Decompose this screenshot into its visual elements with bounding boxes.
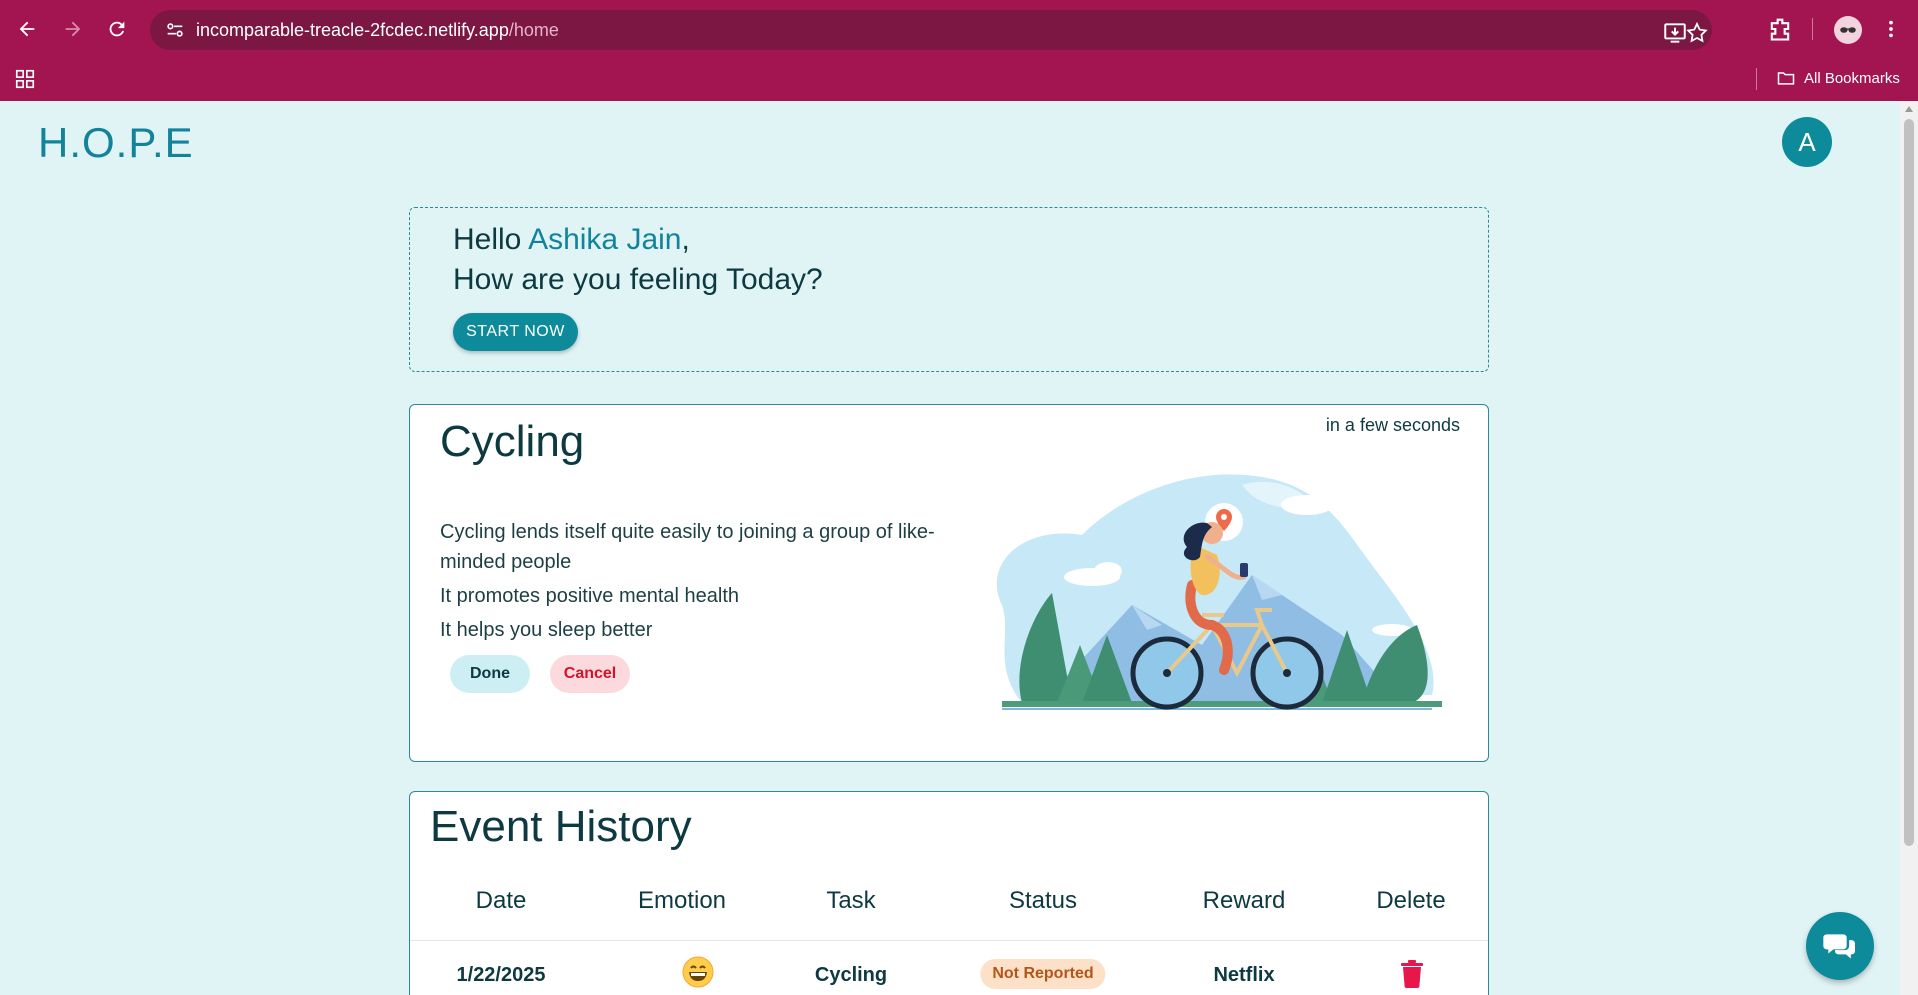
greeting-question: How are you feeling Today? — [453, 263, 823, 296]
forward-button[interactable] — [58, 14, 88, 44]
column-header-delete[interactable]: Delete — [1376, 887, 1445, 915]
benefit-item: Cycling lends itself quite easily to joi… — [440, 521, 935, 573]
arrow-left-icon — [19, 21, 35, 37]
apps-grid-icon[interactable] — [14, 68, 36, 90]
url-host: incomparable-treacle-2fcdec.netlify.app — [196, 20, 509, 40]
profile-avatar-icon[interactable] — [1834, 16, 1862, 44]
sunglasses-icon — [1840, 27, 1856, 33]
browser-chrome: incomparable-treacle-2fcdec.netlify.app/… — [0, 0, 1918, 101]
page-scrollbar[interactable] — [1900, 101, 1918, 995]
column-header-reward[interactable]: Reward — [1203, 887, 1286, 915]
row-reward: Netflix — [1213, 964, 1275, 986]
done-button[interactable]: Done — [450, 655, 530, 693]
cancel-button[interactable]: Cancel — [550, 655, 630, 693]
table-divider — [410, 940, 1488, 941]
column-header-date[interactable]: Date — [476, 887, 527, 915]
chat-bubbles-icon — [1823, 934, 1855, 959]
hello-text: Hello — [453, 223, 522, 256]
row-task: Cycling — [814, 964, 888, 986]
row-date: 1/22/2025 — [456, 964, 546, 986]
start-now-button[interactable]: START NOW — [453, 313, 578, 351]
benefit-item: It helps you sleep better — [440, 619, 653, 641]
scrollbar-thumb[interactable] — [1904, 119, 1914, 846]
bookmarks-divider — [1756, 68, 1757, 90]
column-header-status[interactable]: Status — [1009, 887, 1077, 915]
url-path: /home — [508, 20, 559, 40]
site-settings-icon[interactable] — [164, 19, 186, 41]
all-bookmarks-label: All Bookmarks — [1804, 69, 1900, 87]
user-avatar[interactable]: A — [1782, 117, 1832, 167]
grinning-face-icon — [682, 956, 714, 988]
event-history-title: Event History — [430, 802, 692, 851]
browser-toolbar: incomparable-treacle-2fcdec.netlify.app/… — [0, 0, 1918, 58]
extensions-icon[interactable] — [1766, 15, 1794, 43]
url-text[interactable]: incomparable-treacle-2fcdec.netlify.app/… — [196, 20, 559, 41]
greeting-card: Hello Ashika Jain, How are you feeling T… — [409, 207, 1489, 372]
bookmark-star-icon[interactable] — [1685, 20, 1709, 46]
reload-icon — [109, 21, 125, 37]
back-button[interactable] — [12, 14, 42, 44]
more-menu-icon[interactable] — [1880, 15, 1902, 43]
toolbar-divider — [1812, 18, 1813, 40]
reload-button[interactable] — [102, 14, 132, 44]
page-content: H.O.P.E A Hello Ashika Jain, How are you… — [0, 101, 1918, 995]
greeting-comma: , — [681, 223, 690, 256]
column-header-task[interactable]: Task — [826, 887, 875, 915]
folder-icon — [1777, 72, 1795, 85]
bookmarks-bar: All Bookmarks — [0, 58, 1918, 101]
trash-icon[interactable] — [1400, 960, 1424, 988]
cycling-illustration — [996, 474, 1442, 710]
task-card: Cycling in a few seconds Cycling lends i… — [409, 404, 1489, 762]
benefit-item: It promotes positive mental health — [440, 585, 740, 607]
all-bookmarks-button[interactable]: All Bookmarks — [1776, 68, 1900, 88]
arrow-right-icon — [65, 21, 81, 37]
user-name: Ashika Jain — [528, 223, 682, 256]
scroll-up-arrow-icon[interactable] — [1905, 106, 1913, 112]
task-time: in a few seconds — [1325, 415, 1460, 435]
column-header-emotion[interactable]: Emotion — [638, 887, 726, 915]
brand-logo[interactable]: H.O.P.E — [38, 119, 194, 167]
status-badge: Not Reported — [980, 959, 1106, 989]
event-history-card: Event History Date Emotion Task Status R… — [409, 791, 1489, 995]
task-benefits: Cycling lends itself quite easily to joi… — [440, 517, 950, 649]
greeting-hello: Hello Ashika Jain, — [453, 223, 690, 257]
chat-button[interactable] — [1806, 912, 1874, 980]
address-bar[interactable]: incomparable-treacle-2fcdec.netlify.app/… — [150, 10, 1712, 50]
task-title: Cycling — [440, 417, 585, 466]
